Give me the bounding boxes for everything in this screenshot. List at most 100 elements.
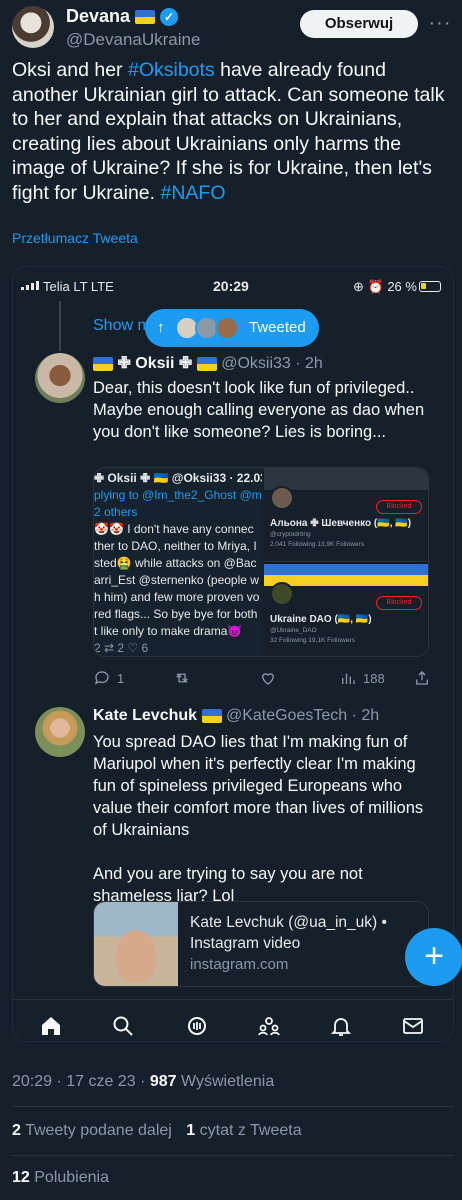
views-label: Wyświetlenia (176, 1073, 275, 1090)
retweet-quote-stats: 2 Tweety podane dalej 1 cytat z Tweeta (12, 1122, 302, 1140)
media-line: h him) and few more proven vo (94, 590, 260, 604)
divider (12, 1155, 454, 1156)
views-action[interactable]: 188 (339, 669, 385, 687)
ukraine-flag-icon (201, 708, 222, 723)
tab-messages[interactable] (401, 1014, 425, 1038)
mail-icon (403, 1018, 423, 1034)
more-options-icon[interactable]: ··· (428, 12, 452, 34)
blocked-badge: Blocked (376, 500, 422, 514)
media-line: sted🤮 while attacks on @Bac (94, 556, 257, 570)
media-line: ✙ Oksii ✙ 🇺🇦 @Oksii33 · 22.03 (94, 471, 262, 485)
search-icon (113, 1016, 133, 1036)
likes-count: 12 (12, 1169, 30, 1186)
tab-search[interactable] (111, 1014, 135, 1038)
reply-author-name[interactable]: ✙ Oksii ✙ (117, 355, 192, 372)
media-line: red flags... So bye bye for both (94, 607, 258, 621)
retweets-link[interactable]: 2 Tweety podane dalej (12, 1122, 172, 1139)
profile-handle: @cryptodrting (270, 531, 311, 538)
reply-media[interactable]: ✙ Oksii ✙ 🇺🇦 @Oksii33 · 22.03 plying to … (93, 467, 429, 657)
hashtag-link[interactable]: #NAFO (160, 182, 225, 204)
status-icons: ⊕ ⏰ 26 % (353, 279, 417, 294)
retweet-action[interactable] (173, 669, 191, 687)
communities-icon (258, 1017, 280, 1036)
reply-avatar[interactable] (35, 707, 85, 757)
author-name-row[interactable]: Devana ✓ (66, 6, 179, 27)
media-line: 🤡🤡 I don't have any connec (94, 522, 254, 536)
media-profile-cards[interactable]: Blocked Альона ✙ Шевченко (🇺🇦, 🇺🇦) @cryp… (264, 468, 428, 656)
tab-spaces[interactable] (185, 1014, 209, 1038)
tweet-text-part: Oksi and her (12, 59, 128, 81)
tab-home[interactable] (39, 1014, 63, 1038)
share-action[interactable] (413, 669, 431, 687)
hashtag-link[interactable]: #Oksibots (128, 59, 215, 81)
retweets-label: Tweety podane dalej (20, 1122, 172, 1139)
link-title: Kate Levchuk (@ua_in_uk) • Instagram vid… (190, 914, 387, 952)
reply-author-name[interactable]: Kate Levchuk (93, 707, 197, 724)
reply-header: Kate Levchuk @KateGoesTech · 2h (93, 707, 379, 725)
heart-icon (262, 673, 274, 685)
media-line: plying to @Im_the2_Ghost @m (94, 488, 262, 502)
media-line: t like only to make drama😈 (94, 624, 243, 638)
link-site: instagram.com (190, 956, 289, 973)
translate-tweet-link[interactable]: Przetłumacz Tweeta (12, 230, 138, 246)
follow-button[interactable]: Obserwuj (300, 10, 418, 38)
reply-text: Dear, this doesn't look like fun of priv… (93, 379, 425, 441)
reply-action[interactable]: 1 (93, 669, 124, 687)
ukraine-flag-icon (135, 9, 156, 24)
tweeted-label: Tweeted (249, 319, 306, 336)
profile-avatar (270, 582, 294, 606)
link-thumbnail (94, 902, 178, 986)
views-count: 987 (149, 1073, 177, 1090)
spaces-icon (188, 1017, 206, 1035)
views-chart-icon (342, 673, 355, 684)
likes-label: Polubienia (29, 1169, 109, 1186)
reply-age: 2h (361, 707, 380, 724)
carrier-label: Telia LT LTE (43, 279, 114, 294)
retweets-count: 2 (12, 1122, 21, 1139)
tab-notifications[interactable] (329, 1014, 353, 1038)
dot-separator: · (347, 707, 362, 724)
retweet-icon (176, 673, 188, 683)
profile-avatar (270, 486, 294, 510)
media-line: arri_Est @sternenko (people w (94, 573, 259, 587)
profile-card: Blocked Ukraine DAO (🇺🇦, 🇺🇦) @Ukraine_DA… (264, 564, 428, 656)
battery-percent: 26 % (387, 279, 417, 294)
like-action[interactable] (259, 669, 277, 687)
instagram-link-card[interactable]: Kate Levchuk (@ua_in_uk) • Instagram vid… (93, 901, 429, 987)
blocked-badge: Blocked (376, 596, 422, 610)
reply-avatar[interactable] (35, 353, 85, 403)
tweet-header: Devana ✓ @DevanaUkraine Obserwuj ··· (0, 0, 462, 56)
quotes-link[interactable]: 1 cytat z Tweeta (186, 1122, 301, 1139)
new-tweets-pill[interactable]: ↑ Tweeted (145, 309, 319, 347)
reply-author-handle[interactable]: @Oksii33 (221, 355, 291, 372)
reply-author-handle[interactable]: @KateGoesTech (226, 707, 347, 724)
arrow-up-icon: ↑ (157, 319, 165, 336)
bell-icon (330, 1018, 352, 1036)
quotes-count: 1 (186, 1122, 196, 1139)
likes-link[interactable]: 12 Polubienia (12, 1169, 109, 1187)
signal-icon (21, 281, 39, 290)
phone-status-bar: Telia LT LTE 20:29 ⊕ ⏰ 26 % (13, 277, 453, 297)
profile-name: Альона ✙ Шевченко (🇺🇦, 🇺🇦) (270, 518, 412, 529)
profile-card: Blocked Альона ✙ Шевченко (🇺🇦, 🇺🇦) @cryp… (264, 468, 428, 562)
tweet-text: Oksi and her #Oksibots have already foun… (12, 58, 454, 205)
tweet-timestamp: 20:29 · 17 cze 23 · (12, 1073, 150, 1090)
profile-name: Ukraine DAO (🇺🇦, 🇺🇦) (270, 614, 372, 625)
media-line: 2 ⇄ 2 ♡ 6 (94, 641, 149, 655)
media-quoted-screenshot[interactable]: ✙ Oksii ✙ 🇺🇦 @Oksii33 · 22.03 plying to … (94, 468, 262, 656)
author-avatar[interactable] (12, 6, 54, 48)
tab-communities[interactable] (257, 1014, 281, 1038)
author-handle[interactable]: @DevanaUkraine (66, 30, 200, 50)
show-more-link[interactable]: Show m (93, 317, 151, 335)
profile-banner (264, 468, 428, 490)
status-time: 20:29 (213, 278, 249, 294)
compose-fab-button[interactable]: + (405, 928, 462, 986)
reply-tweet[interactable]: ✙ Oksii ✙ @Oksii33 · 2h Dear, this doesn… (13, 353, 453, 693)
thumbnail-face (116, 930, 156, 982)
author-name[interactable]: Devana (66, 6, 130, 27)
reply-header: ✙ Oksii ✙ @Oksii33 · 2h (93, 353, 323, 373)
reply-text: You spread DAO lies that I'm making fun … (93, 733, 424, 905)
profile-stats: 32 Following 19,1K Followers (270, 637, 355, 644)
ukraine-flag-icon (196, 356, 217, 371)
views-count: 188 (363, 670, 385, 686)
